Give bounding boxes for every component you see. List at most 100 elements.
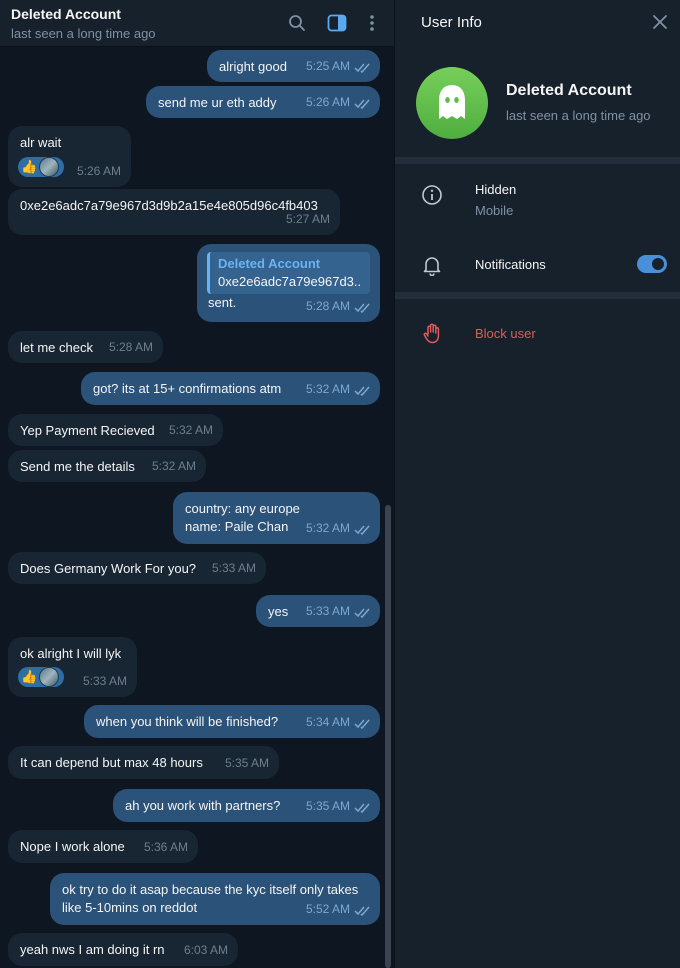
- message-text: It can depend but max 48 hours: [20, 755, 203, 770]
- more-button[interactable]: [361, 12, 383, 34]
- reply-text: 0xe2e6adc7a79e967d3...: [218, 274, 362, 289]
- message-text: country: any europe: [185, 501, 300, 516]
- message-time: 5:32 AM: [305, 382, 350, 396]
- message-text: alright good: [219, 59, 287, 74]
- read-ticks-icon: [354, 906, 370, 917]
- message-time: 5:25 AM: [305, 59, 350, 73]
- message-text: let me check: [20, 340, 93, 355]
- profile-status: last seen a long time ago: [506, 108, 651, 123]
- message-time: 5:36 AM: [143, 840, 188, 854]
- section-divider: [395, 292, 680, 299]
- message-text: yes: [268, 604, 289, 619]
- message-incoming[interactable]: Does Germany Work For you? 5:33 AM: [8, 552, 266, 584]
- reaction-badge[interactable]: 👍: [18, 667, 64, 687]
- message-outgoing-reply[interactable]: Deleted Account 0xe2e6adc7a79e967d3... s…: [197, 244, 380, 322]
- message-time: 5:35 AM: [305, 799, 350, 813]
- message-incoming[interactable]: Yep Payment Recieved 5:32 AM: [8, 414, 223, 446]
- message-list[interactable]: alright good 5:25 AM send me ur eth addy…: [0, 47, 394, 968]
- reaction-badge[interactable]: 👍: [18, 157, 64, 177]
- read-ticks-icon: [354, 303, 370, 314]
- reply-preview[interactable]: Deleted Account 0xe2e6adc7a79e967d3...: [207, 252, 370, 294]
- read-ticks-icon: [354, 719, 370, 730]
- scrollbar[interactable]: [385, 505, 391, 968]
- chat-pane: Deleted Account last seen a long time ag…: [0, 0, 394, 968]
- message-incoming[interactable]: 0xe2e6adc7a79e967d3d9b2a15e4e805d96c4fb4…: [8, 189, 340, 235]
- message-time: 5:35 AM: [224, 756, 269, 770]
- message-outgoing[interactable]: alright good 5:25 AM: [207, 50, 380, 82]
- read-ticks-icon: [354, 386, 370, 397]
- message-text: send me ur eth addy: [158, 95, 277, 110]
- bell-icon: [423, 257, 441, 276]
- message-text: when you think will be finished?: [96, 714, 279, 729]
- message-time: 5:52 AM: [305, 902, 350, 916]
- phone-label: Mobile: [475, 203, 514, 218]
- read-ticks-icon: [354, 63, 370, 74]
- chat-title[interactable]: Deleted Account: [11, 6, 121, 22]
- more-vertical-icon: [370, 15, 374, 31]
- message-time: 5:33 AM: [82, 674, 127, 688]
- message-text: yeah nws I am doing it rn: [20, 942, 165, 957]
- message-time: 5:32 AM: [151, 459, 196, 473]
- chat-header: Deleted Account last seen a long time ag…: [0, 0, 394, 47]
- toggle-knob: [650, 256, 666, 272]
- message-time: 5:33 AM: [305, 604, 350, 618]
- message-incoming[interactable]: yeah nws I am doing it rn 6:03 AM: [8, 933, 238, 966]
- message-incoming[interactable]: ok alright I will lyk 👍 5:33 AM: [8, 637, 137, 697]
- close-icon[interactable]: [650, 12, 670, 32]
- message-time: 5:28 AM: [305, 299, 350, 313]
- message-incoming[interactable]: Nope I work alone 5:36 AM: [8, 830, 198, 863]
- message-outgoing[interactable]: when you think will be finished? 5:34 AM: [84, 705, 380, 738]
- sidebar-toggle-button[interactable]: [326, 12, 348, 34]
- message-outgoing[interactable]: send me ur eth addy 5:26 AM: [146, 86, 380, 118]
- user-info-panel: User Info Deleted Account last seen a lo…: [394, 0, 680, 968]
- reactor-avatar: [39, 667, 60, 687]
- read-ticks-icon: [354, 525, 370, 536]
- read-ticks-icon: [354, 99, 370, 110]
- message-text: got? its at 15+ confirmations atm: [93, 381, 282, 396]
- message-text: alr wait: [20, 135, 62, 150]
- message-outgoing[interactable]: yes 5:33 AM: [256, 595, 380, 627]
- thumbs-up-icon: 👍: [21, 159, 38, 174]
- reactor-avatar: [39, 157, 60, 177]
- message-incoming[interactable]: alr wait 👍 5:26 AM: [8, 126, 131, 187]
- read-ticks-icon: [354, 803, 370, 814]
- message-incoming[interactable]: It can depend but max 48 hours 5:35 AM: [8, 746, 279, 779]
- message-time: 5:33 AM: [211, 561, 256, 575]
- message-time: 5:26 AM: [76, 164, 121, 178]
- avatar[interactable]: [416, 67, 488, 139]
- message-text: Send me the details: [20, 459, 135, 474]
- thumbs-up-icon: 👍: [21, 669, 38, 684]
- hand-icon: [423, 323, 440, 344]
- message-outgoing[interactable]: ah you work with partners? 5:35 AM: [113, 789, 380, 822]
- message-incoming[interactable]: let me check 5:28 AM: [8, 331, 163, 363]
- reply-author: Deleted Account: [218, 256, 321, 271]
- search-button[interactable]: [286, 12, 308, 34]
- message-time: 5:32 AM: [168, 423, 213, 437]
- ghost-icon: [439, 85, 465, 119]
- section-divider: [395, 157, 680, 164]
- message-text: 0xe2e6adc7a79e967d3d9b2a15e4e805d96c4fb4…: [20, 198, 318, 213]
- message-text: sent.: [208, 295, 237, 310]
- message-text: ok alright I will lyk: [20, 646, 122, 661]
- notifications-label[interactable]: Notifications: [475, 257, 546, 272]
- panel-title: User Info: [421, 14, 482, 31]
- message-outgoing[interactable]: country: any europe name: Paile Chan 5:3…: [173, 492, 380, 544]
- sidebar-toggle-icon: [327, 14, 347, 32]
- notifications-toggle[interactable]: [637, 255, 667, 273]
- message-time: 5:32 AM: [305, 521, 350, 535]
- message-text: Does Germany Work For you?: [20, 561, 197, 576]
- message-text: ok try to do it asap because the kyc its…: [62, 882, 359, 897]
- message-outgoing[interactable]: got? its at 15+ confirmations atm 5:32 A…: [81, 372, 380, 405]
- search-icon: [289, 15, 305, 31]
- message-text: ah you work with partners?: [125, 798, 281, 813]
- message-time: 6:03 AM: [183, 943, 228, 957]
- message-outgoing[interactable]: ok try to do it asap because the kyc its…: [50, 873, 380, 925]
- block-user-button[interactable]: Block user: [475, 326, 536, 341]
- message-incoming[interactable]: Send me the details 5:32 AM: [8, 450, 206, 482]
- message-text: Nope I work alone: [20, 839, 125, 854]
- chat-status: last seen a long time ago: [11, 26, 156, 41]
- phone-value[interactable]: Hidden: [475, 182, 516, 197]
- message-time: 5:34 AM: [305, 715, 350, 729]
- message-text: Yep Payment Recieved: [20, 423, 155, 438]
- profile-name: Deleted Account: [506, 82, 632, 99]
